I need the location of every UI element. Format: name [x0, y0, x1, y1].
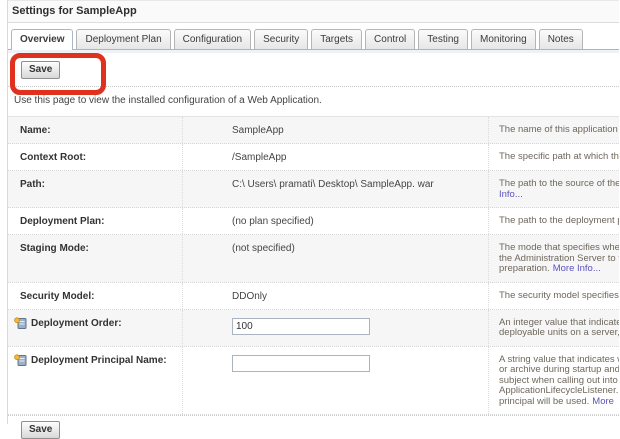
page-title: Settings for SampleApp — [8, 1, 619, 23]
field-value: /SampleApp — [183, 144, 489, 170]
field-description: The mode that specifies whet the Adminis… — [489, 235, 619, 282]
field-value — [183, 347, 489, 415]
footer-bar: Save — [8, 415, 619, 439]
tab-configuration[interactable]: Configuration — [174, 29, 251, 49]
settings-table: Name: SampleApp The name of this applica… — [8, 116, 619, 415]
field-description: A string value that indicates w or archi… — [489, 347, 619, 415]
field-label: Path: — [8, 171, 183, 207]
field-label: Deployment Plan: — [8, 208, 183, 234]
tab-control[interactable]: Control — [365, 29, 415, 49]
field-value: (not specified) — [183, 235, 489, 282]
table-row-path: Path: C:\ Users\ pramati\ Desktop\ Sampl… — [8, 171, 619, 208]
field-description: The path to the deployment p — [489, 208, 619, 234]
field-label: Staging Mode: — [8, 235, 183, 282]
field-value: SampleApp — [183, 117, 489, 143]
restart-required-icon — [14, 354, 27, 370]
table-row-context-root: Context Root: /SampleApp The specific pa… — [8, 144, 619, 171]
table-row-staging-mode: Staging Mode: (not specified) The mode t… — [8, 235, 619, 283]
tab-security[interactable]: Security — [254, 29, 308, 49]
restart-required-icon — [14, 317, 27, 333]
deployment-order-input[interactable] — [232, 318, 370, 335]
field-description: The name of this application — [489, 117, 619, 143]
divider — [8, 415, 619, 416]
field-description: The path to the source of the Info... — [489, 171, 619, 207]
tab-notes[interactable]: Notes — [539, 29, 583, 49]
table-row-deployment-principal-name: Deployment Principal Name: A string valu… — [8, 347, 619, 416]
tab-bar: Overview Deployment Plan Configuration S… — [8, 23, 619, 50]
tab-monitoring[interactable]: Monitoring — [471, 29, 536, 49]
field-value — [183, 310, 489, 346]
field-label: Deployment Order: — [31, 318, 122, 329]
tab-deployment-plan[interactable]: Deployment Plan — [76, 29, 170, 49]
save-button[interactable]: Save — [21, 61, 60, 79]
settings-page: Settings for SampleApp Overview Deployme… — [7, 0, 619, 424]
table-row-name: Name: SampleApp The name of this applica… — [8, 117, 619, 144]
save-button-bottom[interactable]: Save — [21, 421, 60, 439]
tab-targets[interactable]: Targets — [311, 29, 362, 49]
table-row-deployment-plan: Deployment Plan: (no plan specified) The… — [8, 208, 619, 235]
field-description: An integer value that indicate deployabl… — [489, 310, 619, 346]
field-label: Context Root: — [8, 144, 183, 170]
toolbar: Save — [8, 53, 619, 86]
field-label-wrap: Deployment Order: — [8, 310, 183, 346]
field-label: Deployment Principal Name: — [31, 355, 167, 366]
field-value: C:\ Users\ pramati\ Desktop\ SampleApp. … — [183, 171, 489, 207]
table-row-deployment-order: Deployment Order: An integer value that … — [8, 310, 619, 347]
field-label-wrap: Deployment Principal Name: — [8, 347, 183, 415]
field-label: Security Model: — [8, 283, 183, 309]
tab-testing[interactable]: Testing — [418, 29, 468, 49]
field-value: (no plan specified) — [183, 208, 489, 234]
deployment-principal-name-input[interactable] — [232, 355, 370, 372]
more-info-link[interactable]: More Info... — [553, 263, 601, 274]
tab-overview[interactable]: Overview — [11, 29, 73, 50]
table-row-security-model: Security Model: DDOnly The security mode… — [8, 283, 619, 310]
field-description: The security model specifies h — [489, 283, 619, 309]
more-info-link[interactable]: More — [592, 396, 614, 407]
page-description: Use this page to view the installed conf… — [14, 95, 619, 106]
divider — [8, 86, 619, 87]
field-value: DDOnly — [183, 283, 489, 309]
field-description: The specific path at which thi — [489, 144, 619, 170]
field-label: Name: — [8, 117, 183, 143]
more-info-link[interactable]: Info... — [499, 189, 523, 200]
